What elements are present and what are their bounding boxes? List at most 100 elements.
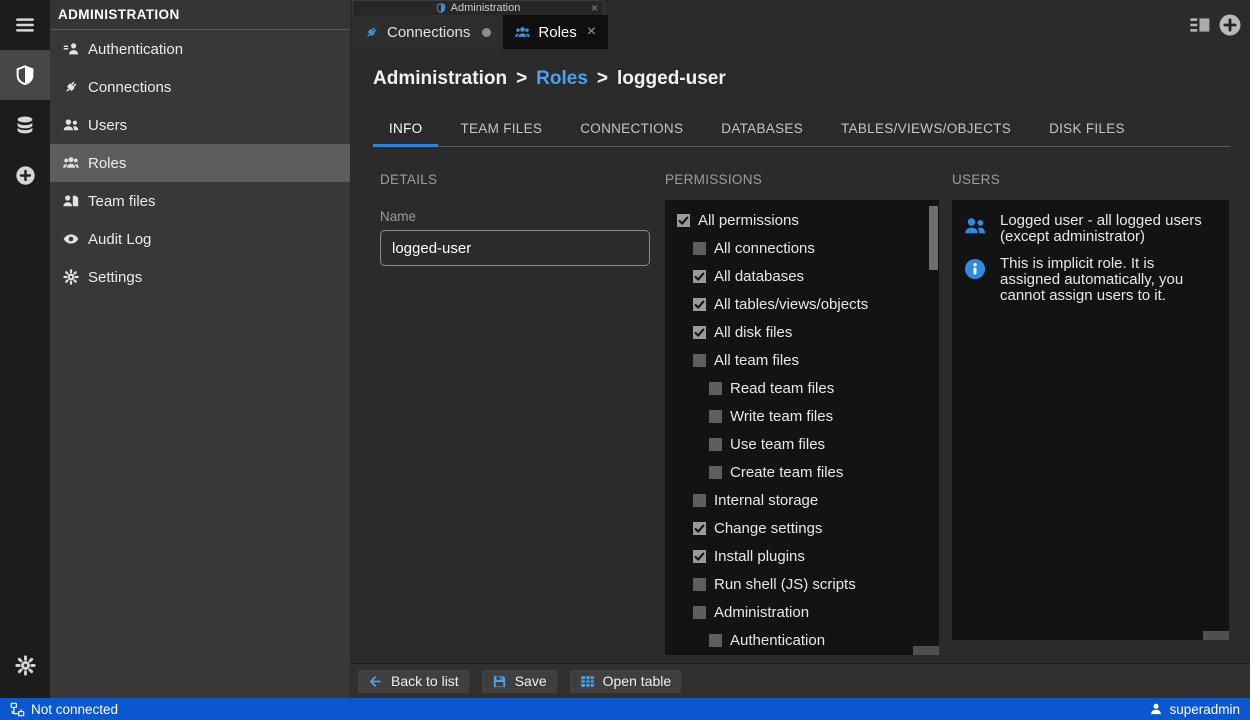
permission-all-team-files[interactable]: All team files: [665, 346, 939, 374]
breadcrumb-logged-user: logged-user: [617, 68, 726, 90]
sidebar-item-authentication[interactable]: Authentication: [50, 30, 350, 68]
sidebar-item-label: Team files: [88, 193, 156, 210]
sidebar-item-label: Users: [88, 117, 127, 134]
permissions-column: PERMISSIONS All permissionsAll connectio…: [665, 172, 939, 655]
checkbox-unchecked[interactable]: [693, 242, 706, 255]
permissions-hscroll-thumb[interactable]: [913, 646, 939, 655]
checkbox-unchecked[interactable]: [693, 354, 706, 367]
checkbox-checked[interactable]: [677, 214, 690, 227]
permission-label: All permissions: [698, 212, 799, 229]
permission-label: All team files: [714, 352, 799, 369]
users-column: USERS Logged user - all logged users (ex…: [952, 172, 1229, 640]
permission-label: Install plugins: [714, 548, 805, 565]
permission-label: All databases: [714, 268, 804, 285]
permission-run-shell-js-scripts[interactable]: Run shell (JS) scripts: [665, 570, 939, 598]
checkbox-checked[interactable]: [693, 326, 706, 339]
checkbox-unchecked[interactable]: [709, 466, 722, 479]
rail-menu-button[interactable]: [0, 0, 50, 50]
tab-databases[interactable]: DATABASES: [705, 111, 819, 147]
back-to-list-button[interactable]: Back to list: [358, 670, 469, 693]
breadcrumb-roles[interactable]: Roles: [536, 68, 588, 90]
close-group-icon[interactable]: ×: [591, 1, 598, 15]
rail-administration-button[interactable]: [0, 50, 50, 100]
users-icon: [63, 117, 79, 133]
rail-items: [0, 0, 50, 200]
permission-label: Use team files: [730, 436, 825, 453]
permission-write-team-files[interactable]: Write team files: [665, 402, 939, 430]
gear-icon: [63, 269, 79, 285]
save-icon: [492, 674, 507, 689]
rail-databases-button[interactable]: [0, 100, 50, 150]
topbar-actions: [1189, 13, 1242, 37]
checkbox-checked[interactable]: [693, 550, 706, 563]
checkbox-unchecked[interactable]: [709, 438, 722, 451]
sidebar-item-users[interactable]: Users: [50, 106, 350, 144]
bottom-toolbar: Back to list Save Open table: [350, 663, 1250, 698]
permission-all-tables-views-objects[interactable]: All tables/views/objects: [665, 290, 939, 318]
rail-settings-button[interactable]: [0, 640, 50, 690]
permissions-scrollbar-thumb[interactable]: [929, 206, 938, 270]
plus-circle-icon[interactable]: [1218, 13, 1242, 37]
save-button[interactable]: Save: [482, 670, 557, 693]
users-heading: USERS: [952, 172, 1229, 187]
permission-label: Administration: [714, 604, 809, 621]
arrow-left-icon: [368, 674, 383, 689]
name-input[interactable]: [380, 230, 650, 266]
connection-status-text: Not connected: [31, 702, 118, 717]
checkbox-unchecked[interactable]: [709, 410, 722, 423]
checkbox-checked[interactable]: [693, 298, 706, 311]
checkbox-unchecked[interactable]: [693, 606, 706, 619]
checkbox-unchecked[interactable]: [693, 494, 706, 507]
connection-status: Not connected: [10, 702, 118, 717]
sidebar-item-audit-log[interactable]: Audit Log: [50, 220, 350, 258]
permission-label: All disk files: [714, 324, 792, 341]
sidebar-item-roles[interactable]: Roles: [50, 144, 350, 182]
permission-all-disk-files[interactable]: All disk files: [665, 318, 939, 346]
checkbox-unchecked[interactable]: [709, 382, 722, 395]
details-heading: DETAILS: [380, 172, 650, 187]
breadcrumb: Administration>Roles>logged-user: [373, 68, 726, 90]
open-table-button[interactable]: Open table: [570, 670, 682, 693]
layout-icon[interactable]: [1189, 14, 1211, 36]
permission-all-databases[interactable]: All databases: [665, 262, 939, 290]
permission-administration[interactable]: Administration: [665, 598, 939, 626]
sidebar-item-settings[interactable]: Settings: [50, 258, 350, 296]
sidebar-item-team-files[interactable]: Team files: [50, 182, 350, 220]
permission-all-permissions[interactable]: All permissions: [665, 206, 939, 234]
sidebar-item-label: Authentication: [88, 41, 183, 58]
button-label: Open table: [603, 673, 672, 689]
checkbox-unchecked[interactable]: [709, 634, 722, 647]
permission-change-settings[interactable]: Change settings: [665, 514, 939, 542]
permission-install-plugins[interactable]: Install plugins: [665, 542, 939, 570]
name-label: Name: [380, 209, 650, 224]
app-tab-label: Connections: [387, 24, 470, 41]
sidebar-item-connections[interactable]: Connections: [50, 68, 350, 106]
rail-bottom-items: [0, 640, 50, 690]
status-bar: Not connected superadmin: [0, 698, 1250, 720]
tab-team-files[interactable]: TEAM FILES: [444, 111, 558, 147]
checkbox-unchecked[interactable]: [693, 578, 706, 591]
permission-authentication[interactable]: Authentication: [665, 626, 939, 654]
permission-read-team-files[interactable]: Read team files: [665, 374, 939, 402]
tab-tables-views-objects[interactable]: TABLES/VIEWS/OBJECTS: [825, 111, 1027, 147]
tab-disk-files[interactable]: DISK FILES: [1033, 111, 1141, 147]
users-hscroll-thumb[interactable]: [1203, 631, 1229, 640]
permission-all-connections[interactable]: All connections: [665, 234, 939, 262]
breadcrumb-administration: Administration: [373, 68, 507, 90]
logged-in-user: superadmin: [1149, 702, 1240, 717]
tab-connections[interactable]: CONNECTIONS: [564, 111, 699, 147]
users-list: Logged user - all logged users (except a…: [964, 213, 1217, 304]
app-tab-roles[interactable]: Roles×: [503, 15, 608, 49]
permission-internal-storage[interactable]: Internal storage: [665, 486, 939, 514]
close-tab-icon[interactable]: ×: [587, 23, 596, 41]
permissions-panel: All permissions All connections All databa…: [665, 200, 939, 655]
permission-use-team-files[interactable]: Use team files: [665, 430, 939, 458]
permission-create-team-files[interactable]: Create team files: [665, 458, 939, 486]
checkbox-checked[interactable]: [693, 270, 706, 283]
rail-add-connection-button[interactable]: [0, 150, 50, 200]
plus-circle-icon: [15, 165, 36, 186]
users-entry-text: This is implicit role. It is assigned au…: [1000, 256, 1217, 304]
tab-info[interactable]: INFO: [373, 111, 438, 147]
checkbox-checked[interactable]: [693, 522, 706, 535]
app-tab-connections[interactable]: Connections: [352, 15, 503, 49]
